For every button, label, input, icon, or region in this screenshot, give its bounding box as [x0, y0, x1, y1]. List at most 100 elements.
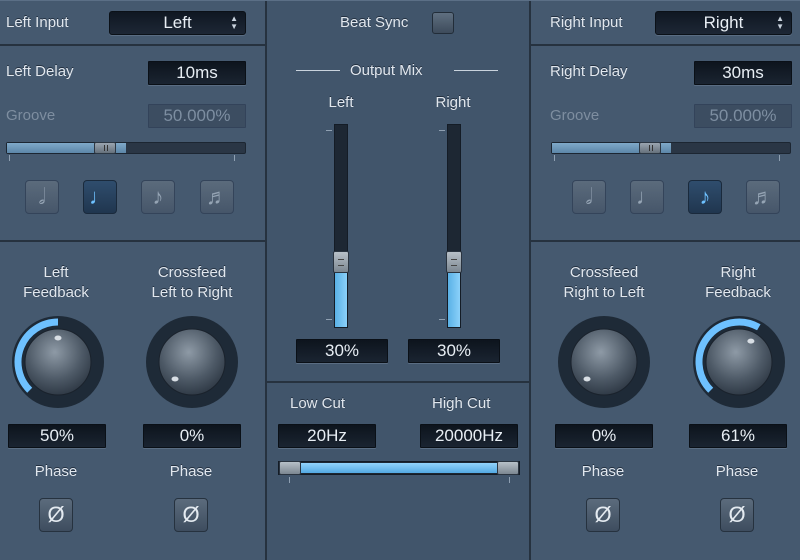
- mix-right-field[interactable]: 30%: [408, 339, 500, 363]
- right-feedback-knob[interactable]: [691, 314, 787, 410]
- mix-left-fader[interactable]: [333, 124, 349, 328]
- knob-indicator: [583, 376, 591, 382]
- right-groove-slider[interactable]: [551, 142, 791, 154]
- right-note-eighth-button[interactable]: ♪: [688, 180, 722, 214]
- right-groove-field[interactable]: 50.000%: [694, 104, 792, 128]
- crossfeed-lr-knob[interactable]: [144, 314, 240, 410]
- high-cut-field[interactable]: 20000Hz: [420, 424, 518, 448]
- tick: [326, 130, 332, 131]
- left-note-eighth-button[interactable]: ♪: [141, 180, 175, 214]
- sixteenth-note-icon: ♬: [206, 184, 228, 209]
- right-feedback-label-line1: Right: [720, 264, 756, 281]
- divider: [531, 44, 800, 46]
- high-cut-label: High Cut: [432, 395, 491, 412]
- divider: [267, 381, 530, 383]
- low-cut-field[interactable]: 20Hz: [278, 424, 376, 448]
- left-groove-label: Groove: [6, 107, 56, 124]
- mix-right-label: Right: [435, 94, 471, 111]
- right-input-value: Right: [703, 13, 744, 32]
- mix-left-handle[interactable]: [333, 251, 349, 273]
- mix-right-fill: [448, 266, 460, 327]
- left-groove-handle[interactable]: [94, 142, 116, 154]
- divider: [529, 0, 531, 560]
- phase-icon: Ø: [47, 502, 65, 527]
- beat-sync-label: Beat Sync: [340, 14, 409, 31]
- output-mix-label: Output Mix: [350, 62, 423, 79]
- updown-arrows-icon: ▲ ▼: [230, 14, 238, 31]
- crossfeed-rl-field[interactable]: 0%: [555, 424, 653, 448]
- mix-left-label: Left: [328, 94, 354, 111]
- left-feedback-phase-button[interactable]: Ø: [39, 498, 73, 532]
- crossfeed-rl-phase-label: Phase: [581, 463, 625, 480]
- tick: [234, 155, 235, 161]
- phase-icon: Ø: [728, 502, 746, 527]
- right-groove-handle[interactable]: [639, 142, 661, 154]
- mix-right-fader[interactable]: [446, 124, 462, 328]
- center-panel: [267, 0, 530, 560]
- cut-range-slider[interactable]: [278, 461, 520, 475]
- left-feedback-knob[interactable]: [10, 314, 106, 410]
- crossfeed-lr-label-line2: Left to Right: [151, 284, 233, 301]
- mix-left-fill: [335, 266, 347, 327]
- mix-right-handle[interactable]: [446, 251, 462, 273]
- left-feedback-field[interactable]: 50%: [8, 424, 106, 448]
- tick: [9, 155, 10, 161]
- crossfeed-rl-label-line1: Crossfeed: [569, 264, 639, 281]
- divider: [265, 0, 267, 560]
- left-note-half-button[interactable]: 𝅗𝅥: [25, 180, 59, 214]
- knob-indicator: [54, 335, 62, 341]
- crossfeed-lr-field[interactable]: 0%: [143, 424, 241, 448]
- tick: [439, 130, 445, 131]
- divider: [0, 44, 266, 46]
- right-groove-label: Groove: [550, 107, 600, 124]
- knob-graphic: [146, 316, 238, 408]
- beat-sync-checkbox[interactable]: [432, 12, 454, 34]
- crossfeed-rl-label: Crossfeed Right to Left: [550, 263, 658, 303]
- crossfeed-lr-phase-button[interactable]: Ø: [174, 498, 208, 532]
- tick: [439, 319, 445, 320]
- left-input-popup[interactable]: Left ▲ ▼: [109, 11, 246, 35]
- right-note-sixteenth-button[interactable]: ♬: [746, 180, 780, 214]
- right-feedback-field[interactable]: 61%: [689, 424, 787, 448]
- left-groove-slider[interactable]: [6, 142, 246, 154]
- phase-icon: Ø: [594, 502, 612, 527]
- left-delay-label: Left Delay: [6, 63, 74, 80]
- knob-indicator: [171, 376, 179, 382]
- updown-arrows-icon: ▲ ▼: [776, 14, 784, 31]
- crossfeed-lr-phase-label: Phase: [169, 463, 213, 480]
- crossfeed-rl-label-line2: Right to Left: [563, 284, 645, 301]
- left-input-value: Left: [163, 13, 192, 32]
- crossfeed-rl-knob[interactable]: [556, 314, 652, 410]
- tick: [509, 477, 510, 483]
- left-feedback-phase-label: Phase: [34, 463, 78, 480]
- low-cut-handle[interactable]: [279, 461, 301, 475]
- cut-range-fill: [291, 463, 507, 473]
- high-cut-handle[interactable]: [497, 461, 519, 475]
- left-input-label: Left Input: [6, 14, 69, 31]
- crossfeed-rl-phase-button[interactable]: Ø: [586, 498, 620, 532]
- eighth-note-icon: ♪: [699, 184, 711, 209]
- right-delay-field[interactable]: 30ms: [694, 61, 792, 85]
- right-input-popup[interactable]: Right ▲ ▼: [655, 11, 792, 35]
- crossfeed-lr-label: Crossfeed Left to Right: [140, 263, 244, 303]
- right-note-quarter-button[interactable]: ♩: [630, 180, 664, 214]
- left-feedback-label: Left Feedback: [8, 263, 104, 303]
- right-feedback-label-line2: Feedback: [705, 284, 771, 301]
- right-feedback-phase-button[interactable]: Ø: [720, 498, 754, 532]
- tick: [289, 477, 290, 483]
- knob-graphic: [12, 316, 104, 408]
- left-note-sixteenth-button[interactable]: ♬: [200, 180, 234, 214]
- knob-cap: [158, 328, 226, 396]
- tick: [326, 319, 332, 320]
- right-delay-label: Right Delay: [550, 63, 628, 80]
- mix-left-field[interactable]: 30%: [296, 339, 388, 363]
- left-delay-field[interactable]: 10ms: [148, 61, 246, 85]
- output-mix-rule-right: [454, 70, 498, 71]
- knob-graphic: [558, 316, 650, 408]
- right-note-half-button[interactable]: 𝅗𝅥: [572, 180, 606, 214]
- knob-cap: [570, 328, 638, 396]
- left-note-quarter-button[interactable]: ♩: [83, 180, 117, 214]
- left-groove-field[interactable]: 50.000%: [148, 104, 246, 128]
- tick: [779, 155, 780, 161]
- phase-icon: Ø: [182, 502, 200, 527]
